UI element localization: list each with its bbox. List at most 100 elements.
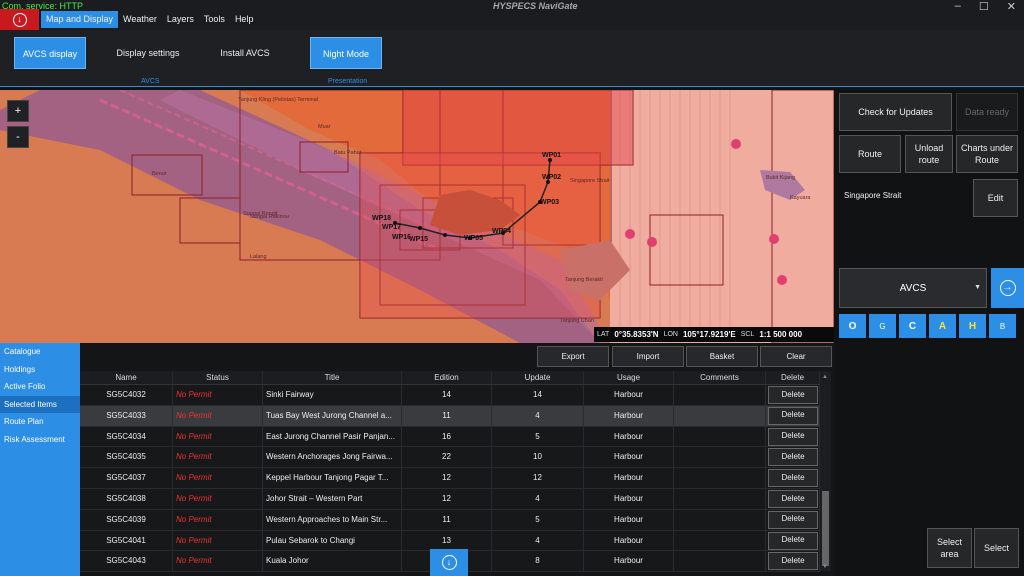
filter-berthing[interactable]: B bbox=[989, 314, 1016, 338]
right-panel: Check for Updates Data ready Route Unloa… bbox=[834, 87, 1024, 576]
install-avcs-button[interactable]: Install AVCS bbox=[208, 37, 282, 69]
scroll-up-icon[interactable]: ▲ bbox=[822, 374, 828, 380]
cell-name: SG5C4033 bbox=[80, 405, 173, 426]
data-ready-button[interactable]: Data ready bbox=[956, 93, 1018, 131]
delete-row-button[interactable]: Delete bbox=[768, 448, 818, 467]
nav-risk-assessment[interactable]: Risk Assessment bbox=[0, 431, 80, 449]
column-header[interactable]: Update bbox=[492, 371, 584, 384]
route-button[interactable]: Route bbox=[839, 135, 901, 173]
menu-help[interactable]: Help bbox=[230, 11, 259, 28]
export-button[interactable]: Export bbox=[537, 346, 609, 367]
delete-row-button[interactable]: Delete bbox=[768, 531, 818, 550]
cell-name: SG5C4043 bbox=[80, 551, 173, 572]
zoom-out-button[interactable]: - bbox=[7, 126, 29, 148]
cell-name: SG5C4034 bbox=[80, 426, 173, 447]
table-row[interactable]: SG5C4034 No Permit East Jurong Channel Pas… bbox=[80, 426, 820, 448]
nav-holdings[interactable]: Holdings bbox=[0, 361, 80, 379]
table-row[interactable]: SG5C4038 No Permit Johor Strait – Western … bbox=[80, 488, 820, 510]
select-button[interactable]: Select bbox=[974, 528, 1019, 568]
menu-layers[interactable]: Layers bbox=[162, 11, 199, 28]
scroll-thumb[interactable] bbox=[822, 491, 829, 566]
table-row[interactable]: SG5C4037 No Permit Keppel Harbour Tanjong … bbox=[80, 468, 820, 489]
check-for-updates-button[interactable]: Check for Updates bbox=[839, 93, 952, 131]
avcs-display-button[interactable]: AVCS display bbox=[14, 37, 86, 69]
filter-harbour[interactable]: H bbox=[959, 314, 986, 338]
cell-name: SG5C4032 bbox=[80, 385, 173, 405]
cell-edition: 14 bbox=[402, 385, 492, 405]
minimize-icon[interactable]: – bbox=[955, 0, 961, 13]
filter-approach[interactable]: A bbox=[929, 314, 956, 338]
column-header[interactable]: Comments bbox=[674, 371, 766, 384]
display-settings-button[interactable]: Display settings bbox=[110, 37, 186, 69]
apply-button[interactable]: → bbox=[991, 268, 1024, 308]
filter-general[interactable]: G bbox=[869, 314, 896, 338]
clear-button[interactable]: Clear bbox=[760, 346, 832, 367]
filter-coastal[interactable]: C bbox=[899, 314, 926, 338]
nav-route-plan[interactable]: Route Plan bbox=[0, 413, 80, 431]
cell-comments bbox=[674, 385, 766, 405]
zoom-in-button[interactable]: + bbox=[7, 100, 29, 122]
charts-under-route-button[interactable]: Charts under Route bbox=[956, 135, 1018, 173]
arrow-down-icon: ↓ bbox=[441, 555, 457, 570]
arrow-down-icon: ↓ bbox=[12, 12, 27, 27]
table-row[interactable]: SG5C4033 No Permit Tuas Bay West Jurong Ch… bbox=[80, 405, 820, 427]
waypoint-label: WP03 bbox=[540, 199, 559, 206]
close-icon[interactable]: ✕ bbox=[1007, 0, 1016, 13]
cell-status: No Permit bbox=[173, 530, 263, 551]
cell-title: Western Anchorages Jong Fairwa... bbox=[263, 447, 402, 468]
cell-delete: Delete bbox=[766, 509, 820, 530]
waypoint-label: WP17 bbox=[382, 224, 401, 231]
cell-update: 5 bbox=[492, 426, 584, 447]
delete-row-button[interactable]: Delete bbox=[768, 469, 818, 488]
cell-status: No Permit bbox=[173, 385, 263, 405]
nav-catalogue[interactable]: Catalogue bbox=[0, 343, 80, 361]
cell-title: Sinki Fairway bbox=[263, 385, 402, 405]
unload-route-button[interactable]: Unload route bbox=[905, 135, 953, 173]
arrow-right-icon: → bbox=[999, 280, 1016, 296]
select-area-button[interactable]: Select area bbox=[927, 528, 972, 568]
delete-row-button[interactable]: Delete bbox=[768, 427, 818, 446]
menu-map-and-display[interactable]: Map and Display bbox=[41, 11, 119, 28]
column-header[interactable]: Edition bbox=[402, 371, 492, 384]
download-button[interactable]: ↓ bbox=[430, 549, 468, 576]
nav-active-folio[interactable]: Active Folio bbox=[0, 378, 80, 396]
table-row[interactable]: SG5C4032 No Permit Sinki Fairway 14 14 Harbou… bbox=[80, 385, 820, 406]
column-header[interactable]: Name bbox=[80, 371, 173, 384]
cell-usage: Harbour bbox=[584, 551, 674, 572]
cell-delete: Delete bbox=[766, 468, 820, 488]
place-label: Sungai Rakinnu bbox=[250, 214, 289, 220]
scale-label: SCL bbox=[740, 331, 755, 338]
cell-status: No Permit bbox=[173, 551, 263, 572]
delete-row-button[interactable]: Delete bbox=[768, 386, 818, 404]
main-menu-button[interactable]: ↓ bbox=[0, 9, 39, 30]
cell-status: No Permit bbox=[173, 488, 263, 509]
edit-route-button[interactable]: Edit bbox=[973, 179, 1018, 217]
column-header[interactable]: Status bbox=[173, 371, 263, 384]
menu-weather[interactable]: Weather bbox=[118, 11, 162, 28]
column-header[interactable]: Usage bbox=[584, 371, 674, 384]
nav-selected-items[interactable]: Selected Items bbox=[0, 395, 80, 414]
menu-tools[interactable]: Tools bbox=[199, 11, 230, 28]
cell-usage: Harbour bbox=[584, 405, 674, 426]
column-header[interactable]: Title bbox=[263, 371, 402, 384]
maximize-icon[interactable]: ☐ bbox=[979, 0, 989, 13]
lat-value: 0°35.8353'N bbox=[614, 330, 659, 339]
lat-label: LAT bbox=[597, 331, 610, 338]
delete-row-button[interactable]: Delete bbox=[768, 552, 818, 571]
night-mode-button[interactable]: Night Mode bbox=[310, 37, 382, 69]
table-row[interactable]: SG5C4035 No Permit Western Anchorages Jong… bbox=[80, 447, 820, 469]
delete-row-button[interactable]: Delete bbox=[768, 406, 818, 425]
scroll-down-icon[interactable]: ▼ bbox=[822, 564, 828, 570]
delete-row-button[interactable]: Delete bbox=[768, 510, 818, 529]
import-button[interactable]: Import bbox=[612, 346, 684, 367]
waypoint-label: WP04 bbox=[492, 228, 511, 235]
filter-overview[interactable]: O bbox=[839, 314, 866, 338]
delete-row-button[interactable]: Delete bbox=[768, 489, 818, 508]
basket-button[interactable]: Basket bbox=[686, 346, 758, 367]
chart-type-select[interactable]: AVCS ▼ bbox=[839, 268, 987, 308]
chart-map[interactable]: WP01 WP02 WP03 WP04 WP05 WP15 WP16 WP17 … bbox=[0, 90, 834, 343]
chart-coverage-east bbox=[610, 90, 834, 343]
table-scrollbar[interactable]: ▲ ▼ bbox=[820, 371, 831, 571]
table-row[interactable]: SG5C4039 No Permit Western Approaches to M… bbox=[80, 509, 820, 531]
column-header[interactable]: Delete bbox=[766, 371, 820, 384]
